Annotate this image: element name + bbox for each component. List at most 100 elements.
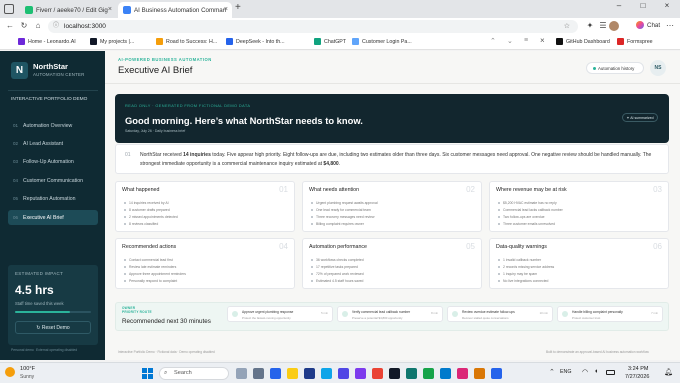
card-number: 06 — [653, 242, 662, 251]
priority-step[interactable]: Approve urgent plumbing response Protect… — [227, 306, 333, 322]
tray-chevron-icon[interactable]: ⌃ — [549, 368, 555, 376]
chevron-up-icon[interactable]: ⌃ — [490, 37, 496, 45]
filter-icon[interactable]: ≡ — [524, 37, 528, 44]
impact-card: ESTIMATED IMPACT 4.5 hrs Staff time save… — [8, 265, 98, 345]
more-icon[interactable]: ⋯ — [664, 21, 676, 30]
widgets-icon[interactable] — [236, 368, 247, 379]
app-icon[interactable] — [406, 368, 417, 379]
avatar[interactable]: NS — [650, 60, 666, 76]
vscode-icon[interactable] — [440, 368, 451, 379]
bookmark-item[interactable]: Home - Leonardo.AI — [18, 38, 76, 45]
main-content: AI-POWERED BUSINESS AUTOMATION Executive… — [105, 51, 680, 360]
close-icon[interactable]: × — [108, 6, 112, 13]
sidebar-item-customer-communication[interactable]: 04 Customer Communication — [8, 174, 98, 187]
wifi-icon[interactable]: ◠ — [582, 368, 588, 376]
priority-step[interactable]: Handle billing complaint personally Prot… — [557, 306, 663, 322]
bookmark-item[interactable]: DeepSeek - Into th... — [226, 38, 285, 45]
priority-step[interactable]: Review overdue estimate follow-ups Recov… — [447, 306, 553, 322]
maximize-button[interactable]: □ — [632, 1, 654, 10]
chat-button[interactable]: Chat — [636, 21, 660, 29]
store-icon[interactable] — [304, 368, 315, 379]
task-view-icon[interactable] — [253, 368, 264, 379]
app-icon[interactable] — [457, 368, 468, 379]
app-icon[interactable] — [491, 368, 502, 379]
card-title: What needs attention — [309, 187, 360, 193]
step-icon — [342, 311, 348, 317]
bookmark-item[interactable]: ChatGPT — [314, 38, 346, 45]
start-button[interactable] — [142, 368, 153, 379]
bookmark-item[interactable]: Formspree — [617, 38, 653, 45]
bookmark-item[interactable]: Road to Success: H... — [156, 38, 217, 45]
header-divider — [105, 83, 680, 84]
edge-icon[interactable] — [321, 368, 332, 379]
next-actions-panel: OWNER PRIORITY ROUTE Recommended next 30… — [115, 302, 669, 331]
bookmark-icon — [90, 38, 97, 45]
app-icon[interactable] — [389, 368, 400, 379]
sidebar-item-automation-overview[interactable]: 01 Automation Overview — [8, 119, 98, 132]
new-tab-button[interactable]: + — [235, 2, 241, 13]
summary-text: NorthStar received 14 inquiries today. F… — [140, 152, 652, 167]
copilot-icon — [636, 21, 644, 29]
notification-icon[interactable]: 🔔︎ — [664, 368, 673, 376]
tab-label: Fiverr / aeeke70 / Edit Gig — [36, 6, 108, 14]
reset-demo-button[interactable]: ↻ Reset Demo — [15, 321, 91, 334]
taskbar: 100°F Sunny ⌕ Search ⌃ ENG ◠ ◖ 3:24 PM 7… — [0, 362, 680, 383]
bookmark-item[interactable]: Customer Login Pa... — [352, 38, 412, 45]
bookmarks-bar: Home - Leonardo.AI My projects |... Road… — [0, 35, 680, 50]
file-explorer-icon[interactable] — [270, 368, 281, 379]
app-icon[interactable] — [423, 368, 434, 379]
card-list: 1 invalid callback number 2 records miss… — [498, 256, 554, 285]
app-icon[interactable] — [474, 368, 485, 379]
avatar[interactable] — [609, 21, 619, 31]
card-title: Automation performance — [309, 244, 368, 250]
chevron-down-icon[interactable]: ⌄ — [507, 37, 513, 45]
search-input[interactable]: ⌕ Search — [159, 367, 229, 380]
footer-left: Interactive Portfolio Demo · Fictional d… — [118, 350, 215, 354]
home-icon[interactable]: ⌂ — [32, 21, 44, 30]
search-icon: ⌕ — [164, 370, 168, 376]
close-window-button[interactable]: × — [656, 1, 678, 10]
file-explorer-icon[interactable] — [287, 368, 298, 379]
sidebar-item-follow-up-automation[interactable]: 03 Follow-Up Automation — [8, 155, 98, 168]
impact-progress-track — [15, 311, 91, 313]
tab-dashboard[interactable]: AI Business Automation Comman × — [118, 2, 232, 18]
sidebar-toggle-icon[interactable] — [4, 4, 14, 14]
url-input[interactable]: ⓘ localhost:3000 ☆ — [48, 20, 578, 33]
bookmark-item[interactable]: GitHub Dashboard — [556, 38, 610, 45]
list-item: Review late estimate reminders — [124, 263, 186, 270]
favorites-icon[interactable]: ☰ — [597, 21, 609, 30]
bookmark-icon — [226, 38, 233, 45]
battery-icon[interactable] — [606, 370, 615, 375]
back-icon[interactable]: ← — [4, 21, 16, 30]
close-icon[interactable]: × — [224, 6, 228, 13]
volume-icon[interactable]: ◖ — [594, 368, 598, 375]
card-list: 14 inquiries received by AI 8 customer d… — [124, 199, 178, 228]
minimize-button[interactable]: – — [608, 1, 630, 10]
automation-history-button[interactable]: Automation history — [586, 62, 644, 74]
language-indicator[interactable]: ENG — [560, 369, 571, 375]
sidebar-item-reputation-automation[interactable]: 05 Reputation Automation — [8, 192, 98, 205]
sidebar-item-ai-lead-assistant[interactable]: 02 AI Lead Assistant — [8, 137, 98, 150]
header-eyebrow: AI-POWERED BUSINESS AUTOMATION — [118, 57, 212, 62]
close-icon[interactable]: × — [540, 36, 545, 45]
step-icon — [232, 311, 238, 317]
teams-icon[interactable] — [338, 368, 349, 379]
star-icon[interactable]: ☆ — [564, 20, 570, 33]
extensions-icon[interactable]: ✦ — [584, 21, 596, 30]
app-icon[interactable] — [355, 368, 366, 379]
chrome-icon[interactable] — [372, 368, 383, 379]
sidebar-item-executive-ai-brief[interactable]: 06 Executive AI Brief — [8, 210, 98, 225]
bookmark-item[interactable]: My projects |... — [90, 38, 134, 45]
refresh-icon[interactable]: ↻ — [18, 21, 30, 30]
tab-fiverr[interactable]: Fiverr / aeeke70 / Edit Gig × — [20, 2, 116, 18]
priority-step[interactable]: Verify commercial lead callback number P… — [337, 306, 443, 322]
list-item: 8 customer drafts prepared — [124, 206, 178, 213]
step-icon — [452, 311, 458, 317]
step-icon — [562, 311, 568, 317]
brand-subtitle: AUTOMATION CENTER — [33, 72, 85, 77]
clock-date[interactable]: 7/27/2026 — [625, 374, 649, 380]
chat-label: Chat — [647, 21, 661, 29]
list-item: 1 inquiry may be spam — [498, 270, 554, 277]
clock-time[interactable]: 3:24 PM — [628, 366, 648, 372]
impact-progress-fill — [15, 311, 70, 313]
